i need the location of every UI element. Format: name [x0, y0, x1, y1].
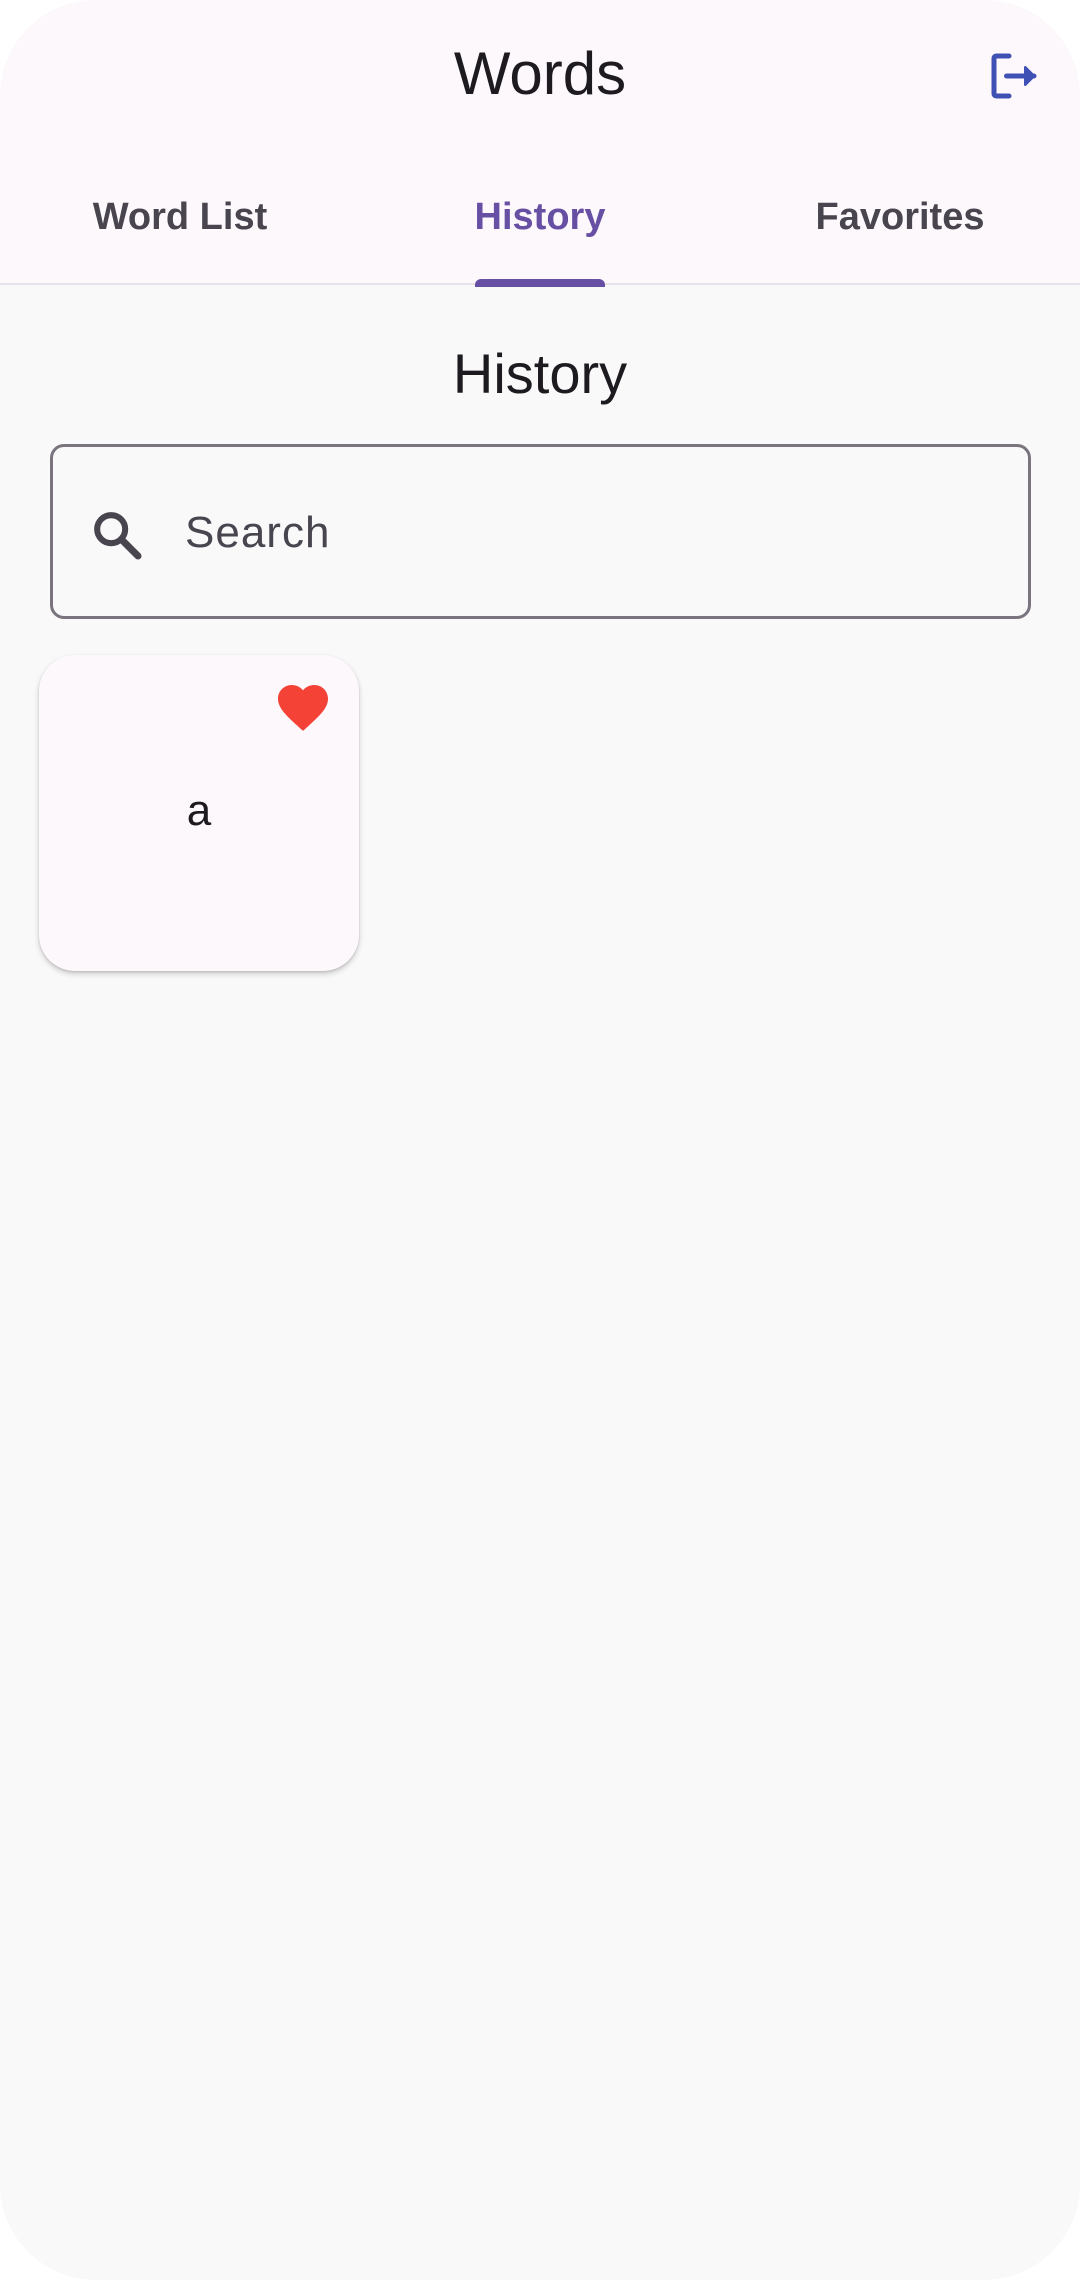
app-title: Words	[453, 40, 627, 107]
search-field[interactable]	[50, 444, 1031, 619]
app-screen: Words Word List History Favorites Histor…	[0, 0, 1080, 2280]
active-tab-indicator	[475, 279, 605, 287]
tab-label: Favorites	[815, 196, 985, 238]
logout-button[interactable]	[978, 40, 1050, 112]
tab-word-list[interactable]: Word List	[0, 170, 360, 285]
app-bar: Words Word List History Favorites	[0, 0, 1080, 287]
tab-history[interactable]: History	[360, 170, 720, 287]
logout-icon	[991, 53, 1037, 99]
search-icon	[94, 512, 142, 560]
heart-icon[interactable]	[273, 677, 333, 733]
tab-favorites[interactable]: Favorites	[720, 170, 1080, 285]
tab-bar: Word List History Favorites	[0, 170, 1080, 287]
search-input[interactable]	[183, 487, 987, 579]
word-card[interactable]: a	[39, 655, 359, 971]
word-text: a	[186, 786, 212, 835]
tab-label: History	[474, 196, 606, 238]
page-title: History	[452, 342, 628, 405]
tab-label: Word List	[92, 196, 268, 238]
